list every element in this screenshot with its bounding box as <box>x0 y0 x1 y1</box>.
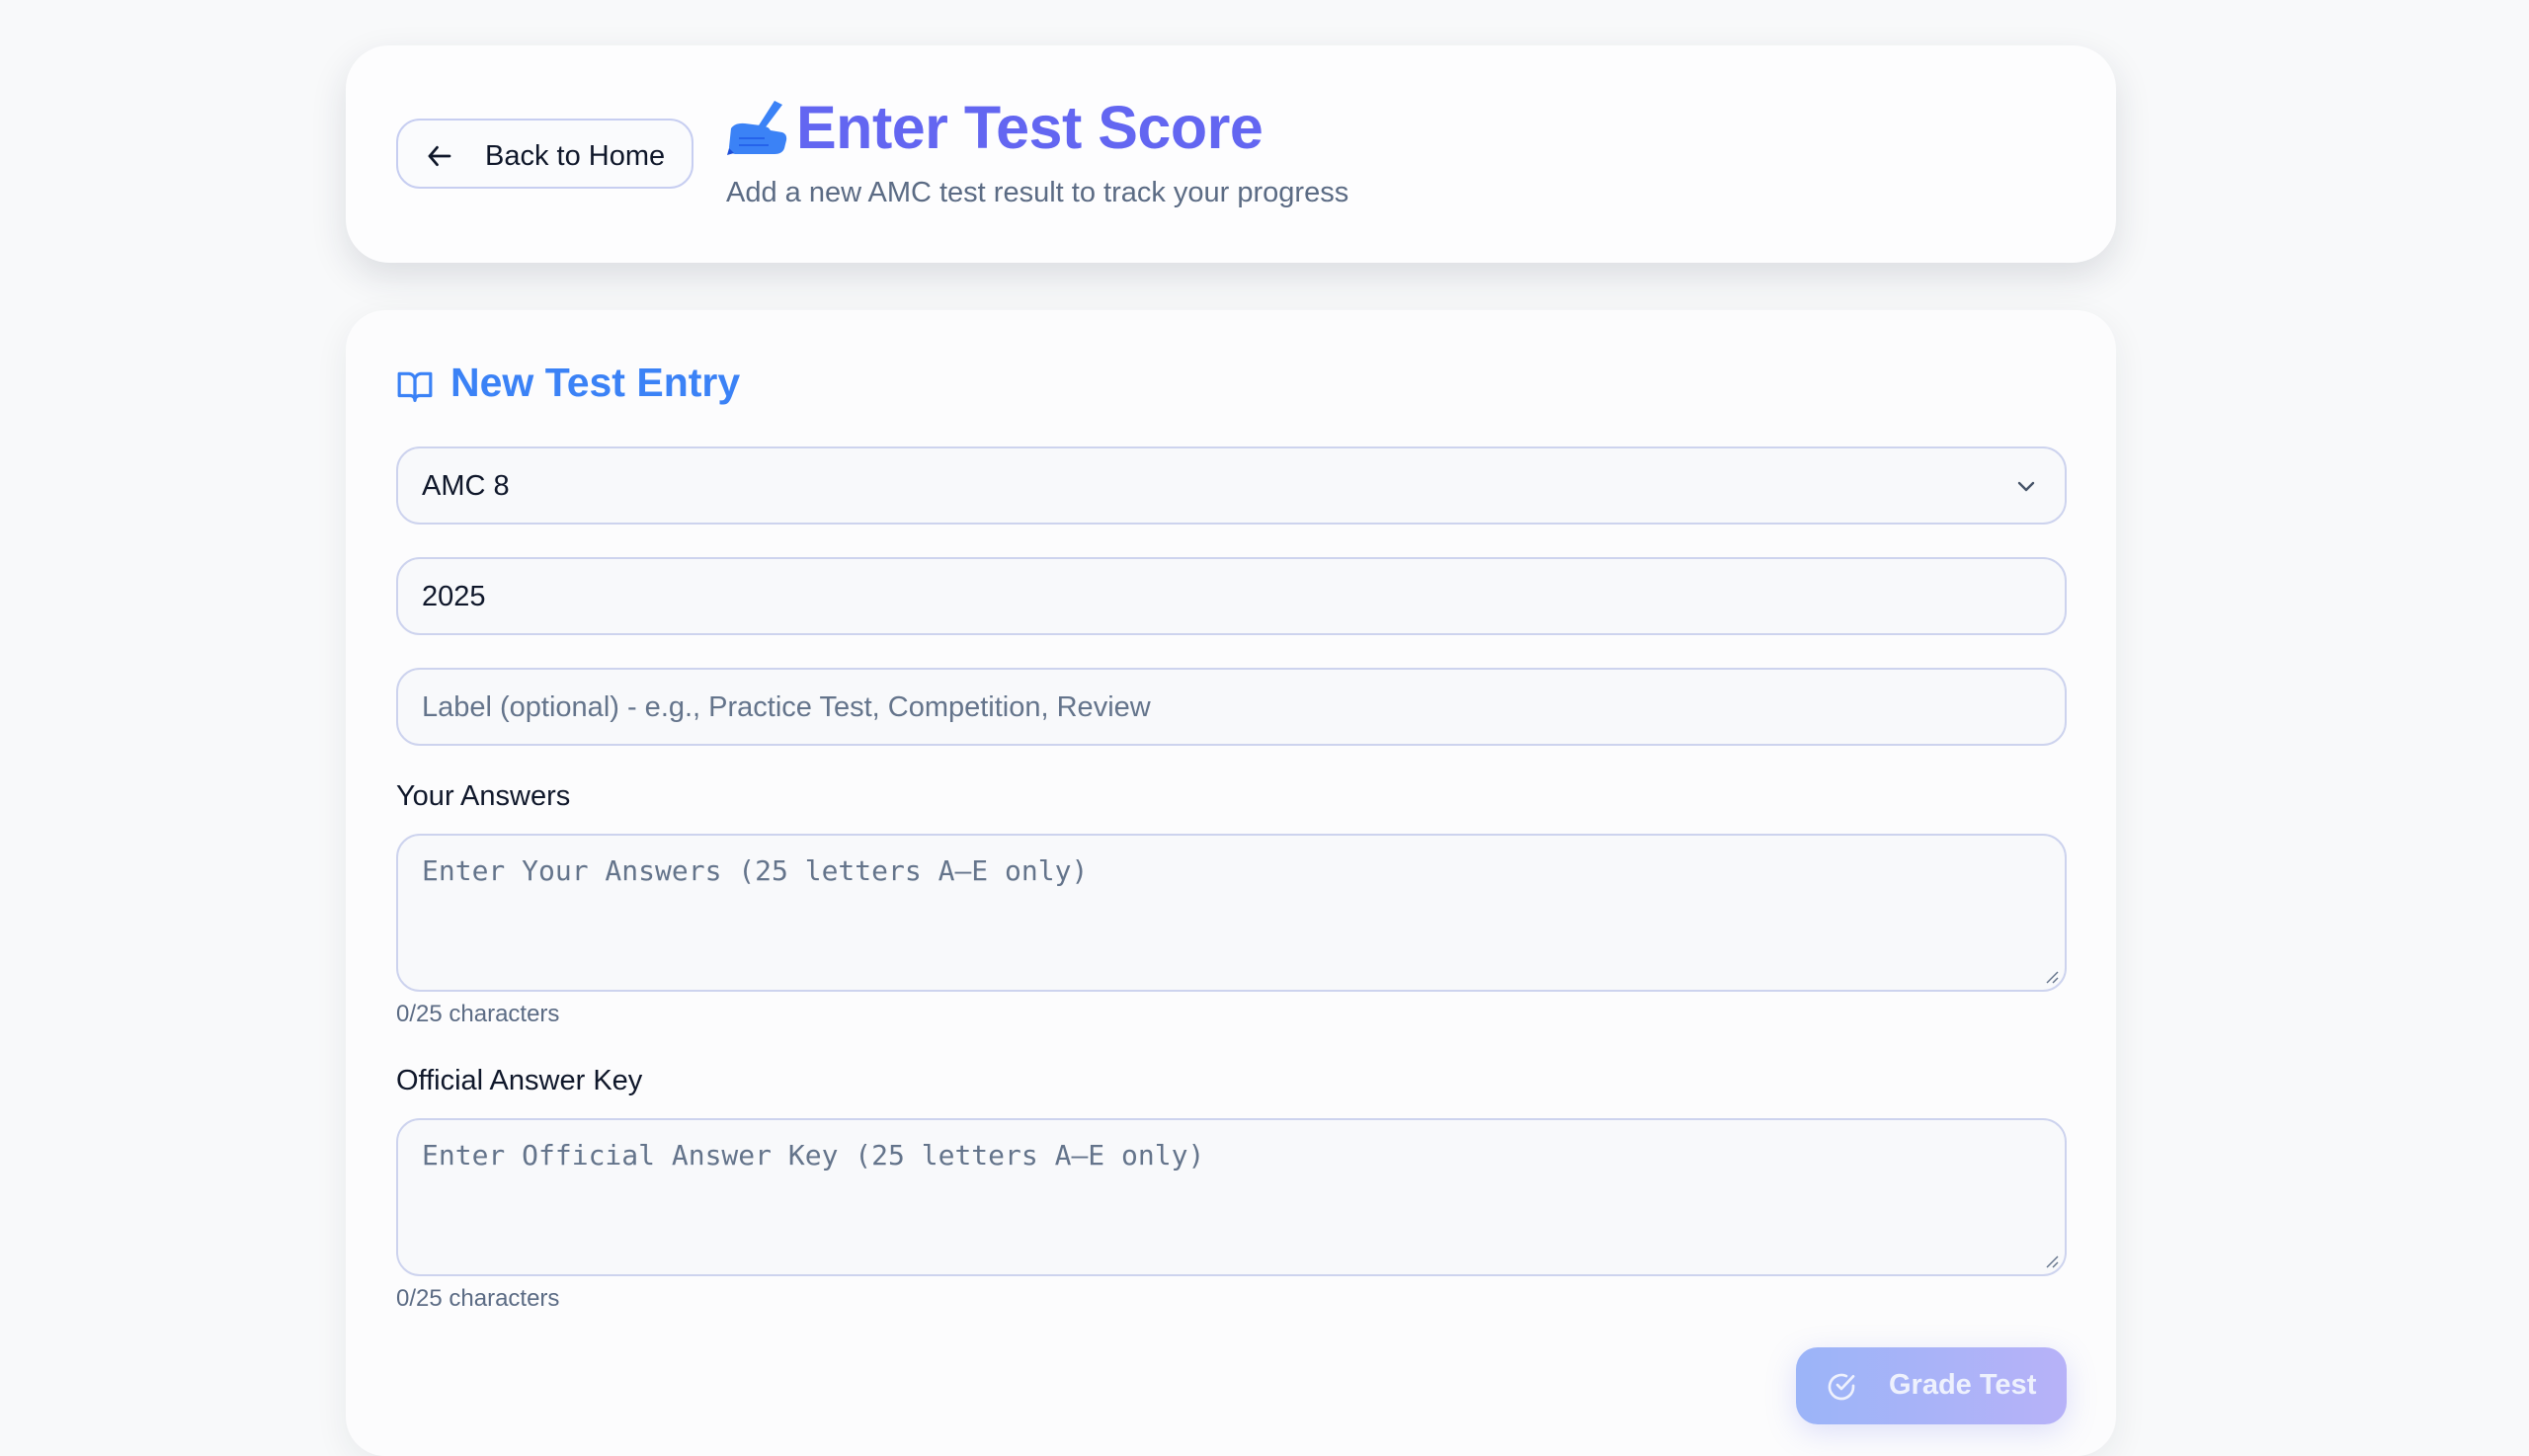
grade-test-label: Grade Test <box>1889 1369 2037 1401</box>
answer-key-textarea[interactable]: Enter Official Answer Key (25 letters A–… <box>396 1118 2067 1276</box>
page-title: Enter Test Score <box>796 94 1264 161</box>
answer-key-counter: 0/25 characters <box>396 1285 560 1312</box>
chevron-down-icon <box>2017 481 2035 492</box>
label-input[interactable]: Label (optional) - e.g., Practice Test, … <box>396 668 2067 746</box>
year-input-value: 2025 <box>422 581 486 612</box>
section-title: New Test Entry <box>450 360 741 405</box>
contest-select[interactable]: AMC 8 <box>396 446 2067 525</box>
answer-key-placeholder: Enter Official Answer Key (25 letters A–… <box>422 1139 1205 1172</box>
book-open-icon <box>397 371 433 402</box>
your-answers-label: Your Answers <box>396 780 571 812</box>
contest-select-value: AMC 8 <box>422 470 510 502</box>
your-answers-textarea[interactable]: Enter Your Answers (25 letters A–E only) <box>396 834 2067 992</box>
header-card: Back to Home Enter Test Score Add a new … <box>346 45 2116 263</box>
label-input-placeholder: Label (optional) - e.g., Practice Test, … <box>422 691 1151 723</box>
grade-test-button[interactable]: Grade Test <box>1796 1347 2067 1424</box>
answer-key-label: Official Answer Key <box>396 1065 643 1096</box>
arrow-left-icon <box>428 145 451 167</box>
your-answers-placeholder: Enter Your Answers (25 letters A–E only) <box>422 854 1089 887</box>
page-subtitle: Add a new AMC test result to track your … <box>726 177 1349 208</box>
resize-grip-icon[interactable] <box>2043 968 2059 984</box>
your-answers-counter: 0/25 characters <box>396 1001 560 1027</box>
year-input[interactable]: 2025 <box>396 557 2067 635</box>
new-test-entry-card: New Test Entry AMC 8 2025 Label (optiona… <box>346 310 2116 1456</box>
back-to-home-button[interactable]: Back to Home <box>396 119 693 189</box>
check-circle-icon <box>1828 1373 1855 1401</box>
resize-grip-icon[interactable] <box>2043 1253 2059 1268</box>
back-button-label: Back to Home <box>485 140 666 172</box>
writing-hand-icon <box>727 101 787 155</box>
